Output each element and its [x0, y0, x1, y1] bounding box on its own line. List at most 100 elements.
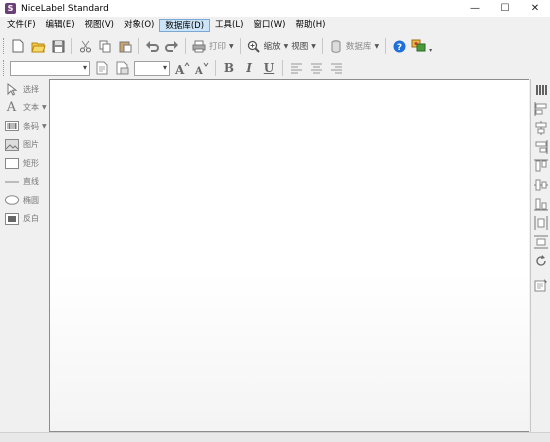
- font-size-combo[interactable]: [134, 60, 170, 76]
- undo-icon[interactable]: [143, 37, 161, 55]
- redo-icon[interactable]: [163, 37, 181, 55]
- printer-icon[interactable]: [190, 37, 208, 55]
- menu-bar: 文件(F) 编辑(E) 视图(V) 对象(O) 数据库(D) 工具(L) 窗口(…: [0, 18, 550, 33]
- align-text-center-icon[interactable]: [307, 59, 325, 77]
- tool-barcode[interactable]: 条码 ▼: [0, 117, 48, 136]
- menu-help[interactable]: 帮助(H): [290, 19, 330, 32]
- tool-text-label: 文本: [23, 103, 39, 113]
- toolbar-separator: [185, 38, 186, 54]
- svg-text:A: A: [174, 63, 185, 75]
- tool-picture[interactable]: 图片: [0, 136, 48, 155]
- label-design-canvas[interactable]: [49, 79, 529, 432]
- menu-database[interactable]: 数据库(D): [159, 19, 211, 32]
- barcode-icon: [4, 119, 19, 133]
- multi-user-icon[interactable]: [410, 37, 428, 55]
- help-icon[interactable]: ?: [390, 37, 408, 55]
- copy-icon[interactable]: [96, 37, 114, 55]
- toolbar-separator: [282, 60, 283, 76]
- font-edit-icon[interactable]: [93, 59, 111, 77]
- toolbar-separator: [321, 38, 323, 54]
- align-text-left-icon[interactable]: [287, 59, 305, 77]
- menu-window[interactable]: 窗口(W): [248, 19, 290, 32]
- properties-icon[interactable]: [532, 277, 550, 293]
- italic-button[interactable]: I: [240, 59, 258, 77]
- tool-select[interactable]: 选择: [0, 80, 48, 99]
- font-name-combo[interactable]: [10, 60, 90, 76]
- distribute-v-icon[interactable]: [532, 234, 550, 250]
- toolbar-separator: [215, 60, 216, 76]
- text-icon: A: [6, 100, 17, 116]
- line-icon: [4, 175, 19, 189]
- zoom-icon[interactable]: [245, 37, 263, 55]
- close-button[interactable]: ✕: [520, 0, 550, 17]
- align-bottom-icon[interactable]: [532, 196, 550, 212]
- shrink-font-icon[interactable]: A: [193, 59, 211, 77]
- tool-text[interactable]: A 文本 ▼: [0, 99, 48, 118]
- print-label[interactable]: 打印: [209, 40, 226, 52]
- tool-inverse-label: 反白: [23, 214, 39, 224]
- tool-ellipse-label: 椭圆: [23, 195, 39, 205]
- zoom-label[interactable]: 缩放: [264, 40, 281, 52]
- format-toolbar: A A B I U: [0, 57, 550, 79]
- database-dropdown-icon[interactable]: ▼: [374, 43, 379, 50]
- picture-icon: [4, 138, 19, 152]
- tool-barcode-label: 条码: [23, 121, 39, 131]
- canvas-background: [50, 80, 529, 431]
- align-center-h-icon[interactable]: [532, 120, 550, 136]
- menu-view[interactable]: 视图(V): [80, 19, 119, 32]
- new-file-icon[interactable]: [9, 37, 27, 55]
- toolbar-separator: [71, 38, 72, 54]
- ellipse-icon: [4, 193, 19, 207]
- view-dropdown-icon[interactable]: ▼: [311, 43, 316, 50]
- bold-button[interactable]: B: [220, 59, 238, 77]
- tool-picture-label: 图片: [23, 140, 39, 150]
- distribute-h-icon[interactable]: [532, 215, 550, 231]
- cut-icon[interactable]: [76, 37, 94, 55]
- app-logo-icon: S: [5, 3, 16, 14]
- tool-rectangle[interactable]: 矩形: [0, 154, 48, 173]
- toolbar-separator: [138, 38, 139, 54]
- align-right-icon[interactable]: [532, 139, 550, 155]
- paste-icon[interactable]: [116, 37, 134, 55]
- align-text-right-icon[interactable]: [327, 59, 345, 77]
- align-top-icon[interactable]: [532, 158, 550, 174]
- maximize-button[interactable]: ☐: [490, 0, 520, 17]
- toolbar-overflow-icon[interactable]: ▾: [429, 47, 432, 54]
- tool-line[interactable]: 直线: [0, 173, 48, 192]
- font-settings-icon[interactable]: [113, 59, 131, 77]
- menu-tools[interactable]: 工具(L): [210, 19, 248, 32]
- tool-text-dropdown-icon[interactable]: ▼: [42, 104, 47, 111]
- svg-text:?: ?: [396, 43, 401, 53]
- database-icon[interactable]: [327, 37, 345, 55]
- grow-font-icon[interactable]: A: [173, 59, 191, 77]
- tool-rectangle-label: 矩形: [23, 158, 39, 168]
- underline-button[interactable]: U: [260, 59, 278, 77]
- title-bar: S NiceLabel Standard — ☐ ✕: [0, 0, 550, 17]
- view-label[interactable]: 视图: [291, 40, 308, 52]
- tool-inverse[interactable]: 反白: [0, 210, 48, 229]
- menu-edit[interactable]: 编辑(E): [41, 19, 80, 32]
- tool-barcode-dropdown-icon[interactable]: ▼: [42, 123, 47, 130]
- toolbar-grip[interactable]: [3, 38, 6, 54]
- alignment-toolbar-grip[interactable]: [532, 82, 550, 98]
- tool-select-label: 选择: [23, 84, 39, 94]
- align-center-v-icon[interactable]: [532, 177, 550, 193]
- tool-ellipse[interactable]: 椭圆: [0, 191, 48, 210]
- toolbar-grip[interactable]: [3, 60, 6, 76]
- inverse-icon: [4, 212, 19, 226]
- window-title: NiceLabel Standard: [21, 3, 109, 14]
- tool-line-label: 直线: [23, 177, 39, 187]
- rotate-icon[interactable]: [532, 253, 550, 269]
- zoom-dropdown-icon[interactable]: ▼: [284, 43, 289, 50]
- print-dropdown-icon[interactable]: ▼: [229, 43, 234, 50]
- toolbar-separator: [239, 38, 241, 54]
- menu-object[interactable]: 对象(O): [119, 19, 159, 32]
- svg-text:A: A: [194, 66, 203, 75]
- database-label[interactable]: 数据库: [346, 40, 372, 52]
- menu-file[interactable]: 文件(F): [2, 19, 41, 32]
- minimize-button[interactable]: —: [460, 0, 490, 17]
- pointer-icon: [4, 82, 19, 96]
- save-icon[interactable]: [49, 37, 67, 55]
- open-folder-icon[interactable]: [29, 37, 47, 55]
- align-left-icon[interactable]: [532, 101, 550, 117]
